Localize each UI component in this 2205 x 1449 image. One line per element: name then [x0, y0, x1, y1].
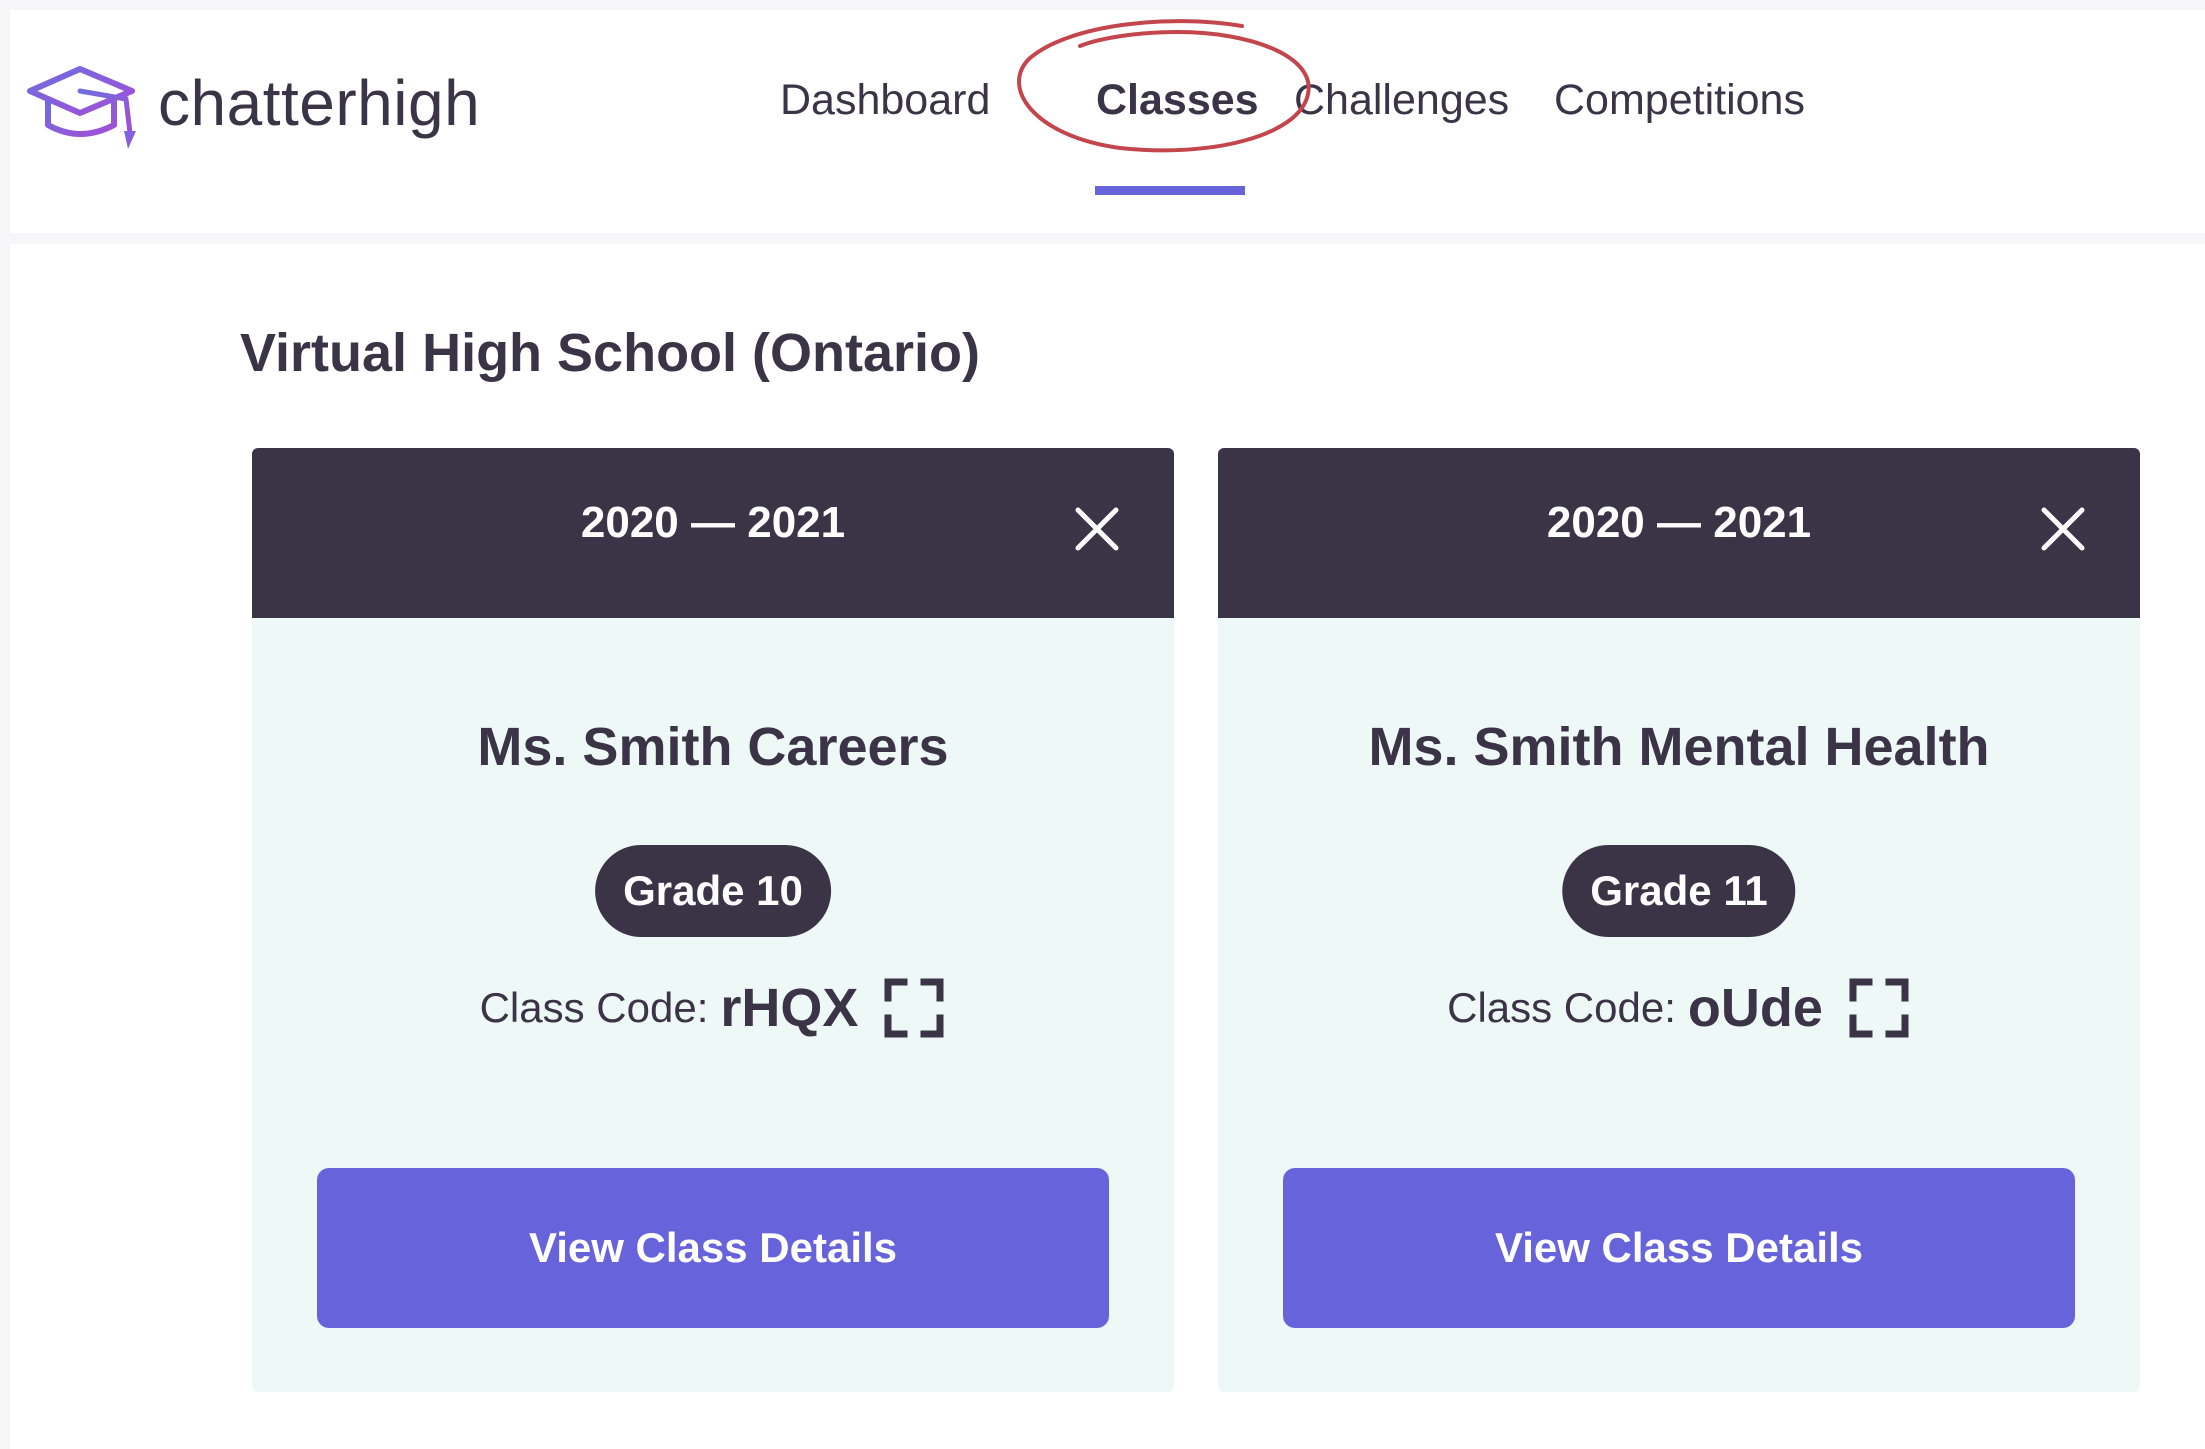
- class-card-header: 2020 — 2021: [252, 448, 1174, 618]
- class-card-header: 2020 — 2021: [1218, 448, 2140, 618]
- class-code-value: oUde: [1687, 978, 1823, 1038]
- close-button[interactable]: [1070, 502, 1124, 556]
- close-button[interactable]: [2036, 502, 2090, 556]
- class-title: Ms. Smith Mental Health: [1368, 717, 1990, 777]
- class-code-label: Class Code:: [1447, 984, 1676, 1031]
- view-class-details-button[interactable]: View Class Details: [317, 1168, 1109, 1328]
- view-class-details-button[interactable]: View Class Details: [1283, 1168, 2075, 1328]
- main-nav: Dashboard Classes Challenges Competition…: [10, 10, 2205, 233]
- top-navigation-bar: chatterhigh Dashboard Classes Challenges…: [10, 10, 2205, 233]
- class-code-row: Class Code: rHQX: [252, 976, 1174, 1040]
- class-card: 2020 — 2021 Ms. Smith Careers Grade 10 C…: [252, 448, 1174, 1392]
- class-card: 2020 — 2021 Ms. Smith Mental Health Grad…: [1218, 448, 2140, 1392]
- qr-scan-icon[interactable]: [1847, 976, 1911, 1040]
- class-title: Ms. Smith Careers: [477, 717, 949, 777]
- highlight-circle-annotation: [1017, 19, 1311, 153]
- grade-badge: Grade 10: [595, 845, 831, 937]
- close-icon: [1075, 507, 1119, 551]
- class-code-row: Class Code: oUde: [1218, 976, 2140, 1040]
- school-year: 2020 — 2021: [580, 498, 846, 547]
- nav-item-dashboard[interactable]: Dashboard: [780, 76, 990, 125]
- school-year: 2020 — 2021: [1546, 498, 1812, 547]
- nav-item-competitions[interactable]: Competitions: [1554, 76, 1805, 125]
- page-title: Virtual High School (Ontario): [240, 323, 981, 383]
- nav-active-indicator: [1095, 186, 1245, 195]
- qr-scan-icon[interactable]: [882, 976, 946, 1040]
- class-code-label: Class Code:: [479, 984, 709, 1031]
- close-icon: [2041, 507, 2085, 551]
- grade-badge: Grade 11: [1562, 845, 1796, 937]
- class-code-value: rHQX: [720, 978, 859, 1038]
- nav-item-challenges[interactable]: Challenges: [1294, 76, 1509, 125]
